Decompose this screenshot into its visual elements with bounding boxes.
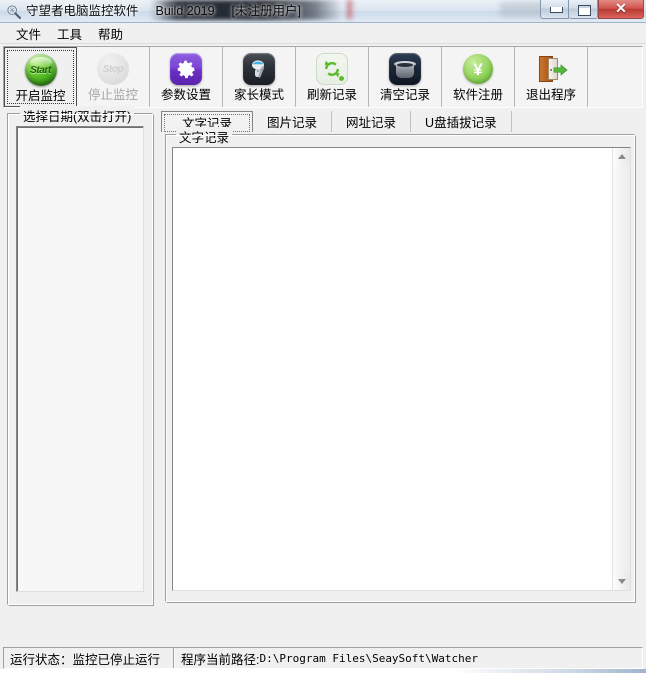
- toolbar-button-start-monitor[interactable]: Start 开启监控: [4, 47, 77, 107]
- text-records-field: [172, 147, 631, 591]
- minimize-icon: [550, 7, 563, 13]
- title-bar[interactable]: 守望者电脑监控软件 Build 2019 [未注册用户] ✕: [0, 0, 646, 23]
- date-list[interactable]: [16, 126, 144, 592]
- tab-image-records[interactable]: 图片记录: [253, 111, 333, 132]
- magnifier-icon: [7, 5, 22, 20]
- toolbar-button-register[interactable]: ¥ 软件注册: [442, 47, 515, 107]
- scroll-up-button[interactable]: [613, 148, 630, 165]
- toolbar-label-start-monitor: 开启监控: [15, 89, 66, 103]
- toolbar-label-exit: 退出程序: [525, 88, 576, 102]
- status-path-label: 程序当前路径:: [181, 652, 260, 667]
- toolbar-button-clear-records[interactable]: 清空记录: [369, 47, 442, 107]
- maximize-icon: [578, 5, 591, 16]
- start-green-circle-icon: Start: [24, 53, 58, 87]
- menu-bar: 文件 工具 帮助: [0, 23, 646, 44]
- chevron-down-icon: [617, 579, 626, 584]
- robot-dark-icon: [242, 52, 276, 86]
- toolbar-button-stop-monitor[interactable]: Stop 停止监控: [77, 47, 150, 107]
- tab-strip: 文字记录 图片记录 网址记录 U盘插拔记录: [161, 111, 642, 132]
- refresh-green-icon: [315, 52, 349, 86]
- minimize-button[interactable]: [540, 0, 569, 19]
- window-title: 守望者电脑监控软件 Build 2019 [未注册用户]: [26, 3, 301, 20]
- menu-item-tools[interactable]: 工具: [49, 22, 90, 45]
- menu-item-help[interactable]: 帮助: [90, 22, 131, 45]
- tab-strip-filler: [511, 111, 642, 132]
- stop-grey-circle-icon: Stop: [96, 52, 130, 86]
- trash-opening: [397, 63, 413, 67]
- gear-icon: [177, 60, 196, 79]
- tab-label-image-records: 图片记录: [267, 116, 318, 130]
- records-tab-pane: 文字记录 图片记录 网址记录 U盘插拔记录 文字记录: [161, 111, 642, 607]
- close-button[interactable]: ✕: [598, 0, 644, 19]
- toolbar-label-parent-mode: 家长模式: [233, 88, 284, 102]
- date-selection-label: 选择日期(双击打开): [20, 106, 135, 125]
- trash-can-icon: [388, 52, 422, 86]
- desktop-background-sliver: [0, 669, 646, 673]
- yen-green-circle-icon: ¥: [461, 52, 495, 86]
- status-path-value: D:\Program Files\SeaySoft\Watcher: [259, 651, 479, 665]
- toolbar-label-settings: 参数设置: [160, 88, 211, 102]
- window-title-license: [未注册用户]: [231, 4, 301, 18]
- tab-content-panel: 文字记录: [161, 127, 642, 607]
- text-records-groupbox: 文字记录: [165, 127, 635, 602]
- toolbar: Start 开启监控 Stop 停止监控 参数设置 家长模式 刷新记录 清空记录…: [3, 46, 643, 108]
- tab-label-url-records: 网址记录: [346, 116, 397, 130]
- window-controls: ✕: [540, 0, 644, 19]
- text-records-scrollbar[interactable]: [612, 148, 630, 590]
- main-content-area: 选择日期(双击打开) 文字记录 图片记录 网址记录 U盘插拔记录 文字记录: [3, 106, 643, 611]
- status-bar: 运行状态：监控已停止运行 程序当前路径: D:\Program Files\Sea…: [3, 647, 643, 669]
- toolbar-label-clear-records: 清空记录: [379, 88, 430, 102]
- maximize-button[interactable]: [569, 0, 598, 19]
- refresh-status-dot: [339, 76, 344, 81]
- toolbar-button-settings[interactable]: 参数设置: [150, 47, 223, 107]
- toolbar-label-stop-monitor: 停止监控: [87, 88, 138, 102]
- chevron-up-icon: [617, 154, 626, 159]
- scroll-down-button[interactable]: [613, 573, 630, 590]
- exit-arrow-icon: [553, 64, 568, 76]
- tab-url-records[interactable]: 网址记录: [332, 111, 412, 132]
- status-current-path: 程序当前路径: D:\Program Files\SeaySoft\Watcher: [174, 648, 642, 668]
- stop-icon-text: Stop: [102, 63, 124, 75]
- gear-purple-icon: [169, 52, 203, 86]
- window-title-main: 守望者电脑监控软件: [26, 4, 139, 18]
- tab-usb-records[interactable]: U盘插拔记录: [411, 111, 512, 132]
- start-icon-text: Start: [30, 64, 51, 76]
- status-run-state: 运行状态：监控已停止运行: [4, 648, 174, 668]
- date-selection-groupbox: 选择日期(双击打开): [7, 106, 153, 605]
- toolbar-label-refresh-records: 刷新记录: [306, 88, 357, 102]
- application-window: 守望者电脑监控软件 Build 2019 [未注册用户] ✕ 文件 工具 帮助: [0, 0, 646, 673]
- toolbar-label-register: 软件注册: [452, 88, 503, 102]
- tab-label-usb-records: U盘插拔记录: [425, 116, 497, 130]
- scrollbar-track[interactable]: [613, 165, 630, 573]
- yen-symbol: ¥: [463, 54, 493, 84]
- close-icon: ✕: [615, 0, 627, 16]
- text-records-textarea[interactable]: [173, 148, 612, 590]
- window-title-build: Build 2019: [155, 4, 215, 18]
- robot-icon: [252, 60, 265, 78]
- exit-door-icon: [534, 52, 568, 86]
- toolbar-button-exit[interactable]: 退出程序: [515, 47, 588, 107]
- toolbar-button-parent-mode[interactable]: 家长模式: [223, 47, 296, 107]
- text-records-label: 文字记录: [176, 127, 233, 146]
- glass-blur-artifact-red: [345, 0, 354, 19]
- menu-item-file[interactable]: 文件: [8, 22, 49, 45]
- toolbar-button-refresh-records[interactable]: 刷新记录: [296, 47, 369, 107]
